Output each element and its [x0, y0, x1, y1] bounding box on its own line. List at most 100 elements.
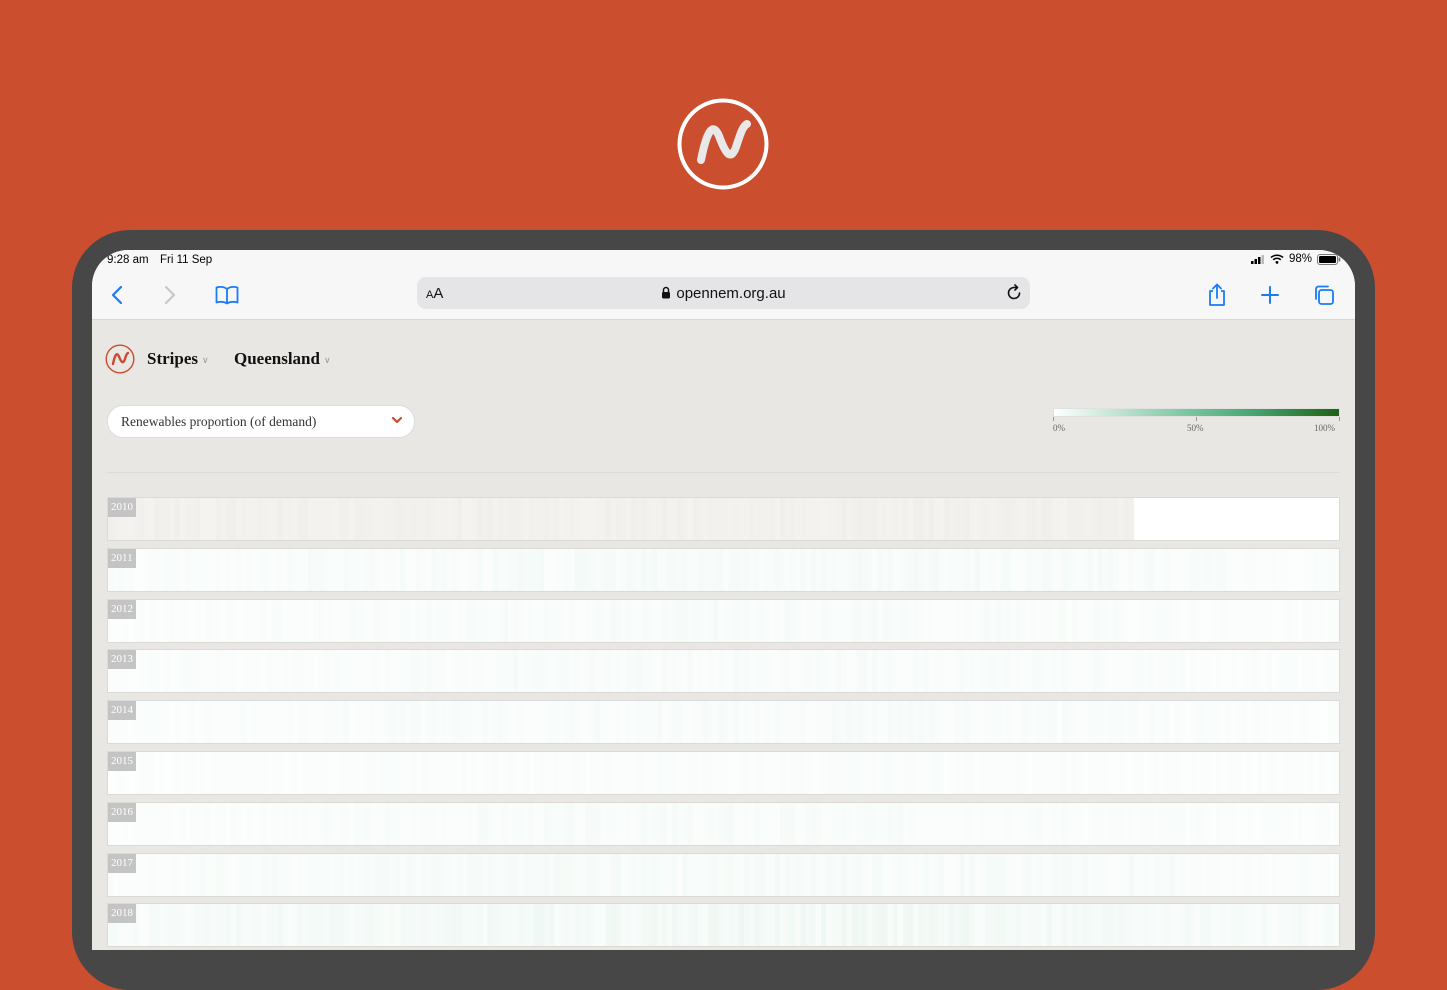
- stripe-cell: [1282, 599, 1289, 642]
- stripe-cell: [1077, 802, 1084, 845]
- stripe-cell: [1267, 498, 1273, 540]
- stripe-cell: [179, 650, 186, 693]
- stripe-cell: [1333, 853, 1339, 896]
- stripe-cell: [1215, 599, 1222, 642]
- stripe-cell: [564, 752, 571, 794]
- stripe-row-2010[interactable]: 2010: [107, 497, 1340, 541]
- stripe-cell: [1236, 498, 1243, 540]
- share-button[interactable]: [1204, 282, 1230, 308]
- stripe-cell: [661, 802, 668, 845]
- stripe-cell: [656, 802, 663, 845]
- stripe-cell: [492, 701, 499, 744]
- stripe-cell: [461, 599, 468, 642]
- back-button[interactable]: [104, 282, 130, 308]
- stripe-row-2017[interactable]: 2017: [107, 852, 1340, 897]
- stripe-cell: [995, 498, 1002, 540]
- stripe-cell: [349, 752, 355, 794]
- stripe-cell: [985, 701, 991, 744]
- address-bar[interactable]: AA opennem.org.au: [417, 277, 1030, 309]
- stripe-cell: [190, 752, 196, 794]
- stripe-row-2015[interactable]: 2015: [107, 751, 1340, 795]
- stripe-cell: [415, 650, 422, 693]
- stripe-cell: [379, 904, 386, 947]
- region-dropdown[interactable]: Queensland ∨: [234, 349, 331, 369]
- stripe-cell: [313, 650, 319, 693]
- new-tab-button[interactable]: [1257, 282, 1283, 308]
- stripe-cell: [1051, 548, 1058, 591]
- view-dropdown[interactable]: Stripes ∨: [147, 349, 209, 369]
- stripe-cell: [523, 599, 530, 642]
- stripe-cell: [1241, 548, 1248, 591]
- stripe-cell: [251, 650, 258, 693]
- stripe-cell: [497, 599, 504, 642]
- chevron-left-icon: [111, 285, 123, 305]
- stripe-cell: [236, 752, 242, 794]
- stripe-cell: [1051, 701, 1058, 744]
- stripe-cell: [441, 548, 448, 591]
- stripe-cell: [559, 701, 566, 744]
- stripe-cell: [513, 701, 519, 744]
- stripe-cell: [415, 498, 422, 540]
- stripe-row-2018[interactable]: 2018: [107, 903, 1340, 948]
- metric-select[interactable]: Renewables proportion (of demand): [107, 405, 415, 438]
- app-logo-icon[interactable]: [105, 344, 135, 374]
- stripe-cell: [220, 853, 227, 896]
- stripe-cell: [903, 701, 909, 744]
- stripe-cell: [415, 548, 422, 591]
- stripe-cell: [938, 599, 945, 642]
- stripe-cell: [1087, 548, 1094, 591]
- stripe-cell: [1190, 498, 1196, 540]
- tabs-overview-button[interactable]: [1311, 282, 1337, 308]
- stripe-cell: [923, 802, 930, 845]
- stripe-cell: [923, 752, 930, 794]
- stripe-cell: [354, 650, 360, 693]
- stripe-row-2011[interactable]: 2011: [107, 547, 1340, 592]
- stripe-row-2016[interactable]: 2016: [107, 801, 1340, 846]
- stripe-row-2012[interactable]: 2012: [107, 598, 1340, 643]
- stripe-cell: [1318, 802, 1325, 845]
- stripe-cell: [1164, 548, 1171, 591]
- stripe-cell: [1226, 802, 1232, 845]
- stripe-cell: [1036, 853, 1043, 896]
- stripe-cell: [549, 548, 555, 591]
- stripe-cell: [815, 548, 822, 591]
- stripe-cell: [846, 802, 853, 845]
- stripe-cell: [169, 752, 176, 794]
- stripe-cell: [815, 599, 822, 642]
- stripe-cell: [769, 650, 776, 693]
- stripe-cell: [1072, 650, 1079, 693]
- stripe-cell: [1041, 498, 1048, 540]
- stripe-cell: [543, 599, 550, 642]
- stripe-cell: [302, 599, 309, 642]
- stripe-cell: [579, 701, 586, 744]
- stripe-cell: [426, 904, 432, 947]
- stripe-cell: [702, 853, 709, 896]
- stripe-cell: [302, 752, 309, 794]
- stripe-cell: [964, 548, 971, 591]
- bookmarks-button[interactable]: [214, 282, 240, 308]
- stripe-cell: [790, 701, 796, 744]
- stripe-cell: [292, 701, 299, 744]
- stripe-cell: [949, 498, 955, 540]
- stripe-cell: [569, 599, 576, 642]
- stripe-cell: [702, 802, 709, 845]
- stripe-cell: [1000, 650, 1007, 693]
- stripe-cell: [1159, 853, 1166, 896]
- reload-icon[interactable]: [1005, 284, 1023, 302]
- stripe-cell: [384, 853, 391, 896]
- stripe-row-2013[interactable]: 2013: [107, 649, 1340, 694]
- stripe-cell: [215, 853, 222, 896]
- stripe-cell: [328, 802, 335, 845]
- forward-button[interactable]: [157, 282, 183, 308]
- stripe-cell: [533, 599, 540, 642]
- stripe-cell: [779, 548, 786, 591]
- stripe-cell: [867, 599, 873, 642]
- stripe-cell: [959, 498, 966, 540]
- stripe-cell: [559, 650, 566, 693]
- stripe-cell: [831, 650, 837, 693]
- stripe-cell: [1169, 701, 1176, 744]
- stripe-cell: [964, 752, 971, 794]
- url-display[interactable]: opennem.org.au: [417, 285, 1030, 302]
- stripe-cell: [1251, 853, 1258, 896]
- stripe-row-2014[interactable]: 2014: [107, 700, 1340, 745]
